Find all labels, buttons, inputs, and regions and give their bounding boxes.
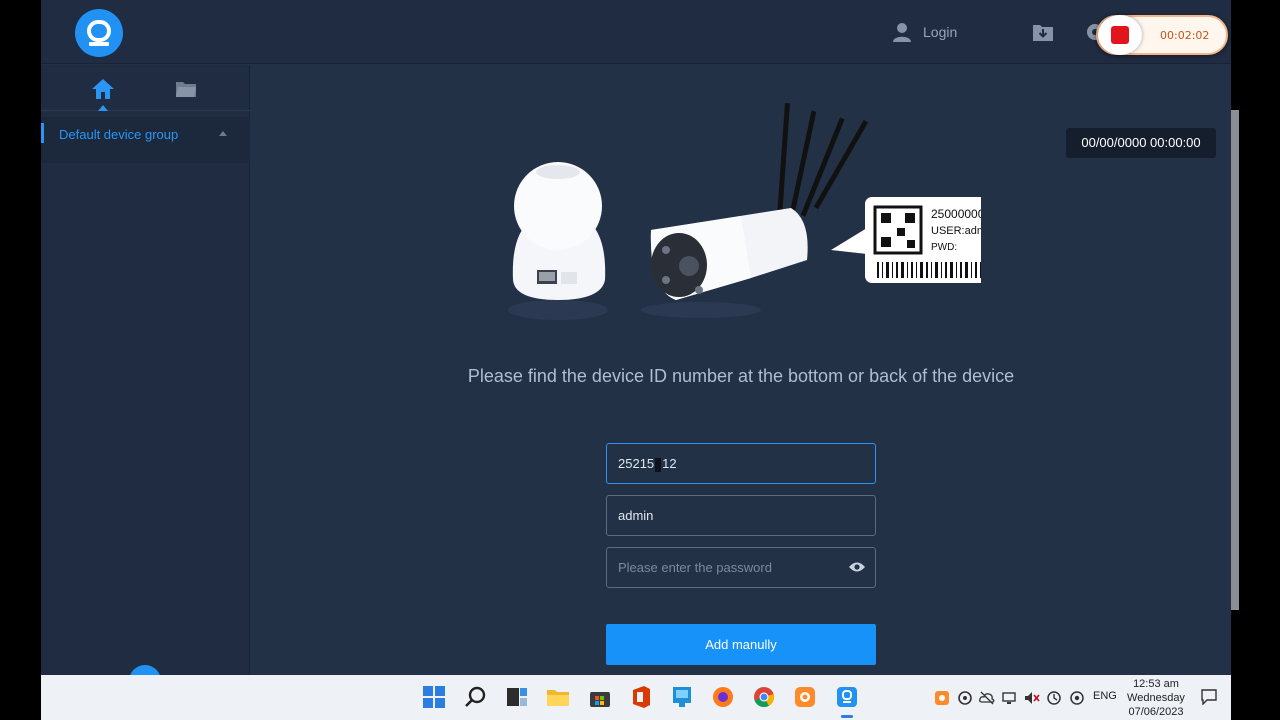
active-app-indicator: [841, 715, 853, 718]
eye-icon[interactable]: [849, 561, 865, 573]
notification-icon[interactable]: [1201, 689, 1217, 705]
network-icon[interactable]: [1002, 690, 1018, 706]
recorder-tray-icon[interactable]: [934, 690, 950, 706]
system-clock[interactable]: 12:53 am Wednesday 07/06/2023: [1123, 677, 1189, 719]
download-folder-icon[interactable]: [1031, 20, 1055, 44]
text-cursor: [655, 457, 662, 472]
firefox-icon[interactable]: [711, 685, 735, 709]
floating-action-button[interactable]: [129, 665, 161, 675]
password-placeholder: Please enter the password: [618, 560, 772, 575]
device-id-value-start: 25215: [618, 456, 655, 471]
language-indicator[interactable]: ENG: [1093, 690, 1117, 702]
password-input[interactable]: Please enter the password: [606, 547, 876, 588]
recording-timer: 00:02:02: [1160, 29, 1210, 42]
device-group-label: Default device group: [59, 127, 179, 142]
add-manually-button[interactable]: Add manully: [606, 624, 876, 665]
taskbar: ENG 12:53 am Wednesday 07/06/2023: [41, 675, 1231, 720]
label-user: USER:admin: [931, 225, 981, 237]
camera-illustration: 25000000 USER:admin PWD:: [508, 102, 981, 320]
stop-recording-button[interactable]: [1098, 15, 1142, 55]
device-id-input[interactable]: 25215 12: [606, 443, 876, 484]
login-button[interactable]: Login: [891, 20, 957, 44]
settings-tray-icon[interactable]: [1069, 690, 1085, 706]
user-icon: [893, 23, 911, 42]
sidebar-tabs: [41, 65, 250, 111]
login-label: Login: [923, 24, 958, 40]
active-tab-indicator: [98, 105, 108, 111]
folder-icon[interactable]: [174, 77, 198, 101]
file-explorer-icon[interactable]: [546, 685, 570, 709]
home-icon[interactable]: [91, 77, 115, 101]
clock-date: 07/06/2023: [1128, 706, 1184, 718]
app-window: Login 00:02:02 Default device group 00/0…: [41, 0, 1231, 675]
scrollbar[interactable]: [1231, 110, 1239, 610]
clock-day: Wednesday: [1127, 692, 1185, 704]
office-icon[interactable]: [629, 685, 653, 709]
volume-muted-icon[interactable]: [1024, 690, 1040, 706]
app-logo-icon: [75, 9, 123, 57]
cloud-sync-icon[interactable]: [1046, 690, 1062, 706]
task-view-icon[interactable]: [505, 685, 529, 709]
username-input[interactable]: admin: [606, 495, 876, 536]
screen-recorder-widget: 00:02:02: [1096, 15, 1228, 55]
cloud-offline-icon[interactable]: [979, 690, 995, 706]
datetime-display: 00/00/0000 00:00:00: [1066, 128, 1216, 158]
sync-icon[interactable]: [957, 690, 973, 706]
windows-start-icon[interactable]: [422, 685, 446, 709]
stop-icon: [1111, 26, 1129, 44]
username-value: admin: [618, 508, 654, 523]
device-id-value-end: 12: [662, 456, 677, 471]
sidebar: Default device group: [41, 65, 250, 675]
instruction-text: Please find the device ID number at the …: [467, 366, 1015, 386]
selected-bar: [41, 123, 44, 143]
clock-time: 12:53 am: [1133, 678, 1179, 690]
search-icon[interactable]: [464, 685, 488, 709]
camera-app-icon[interactable]: [835, 685, 859, 709]
device-group-item[interactable]: Default device group: [41, 117, 250, 163]
collapse-caret-icon[interactable]: [219, 131, 227, 136]
label-device-id: 25000000: [931, 207, 981, 221]
app-window-icon[interactable]: [670, 685, 694, 709]
store-icon[interactable]: [588, 685, 612, 709]
label-pwd: PWD:: [931, 242, 957, 253]
top-bar: Login 00:02:02: [41, 0, 1231, 64]
screen-recorder-icon[interactable]: [793, 685, 817, 709]
chrome-icon[interactable]: [752, 685, 776, 709]
